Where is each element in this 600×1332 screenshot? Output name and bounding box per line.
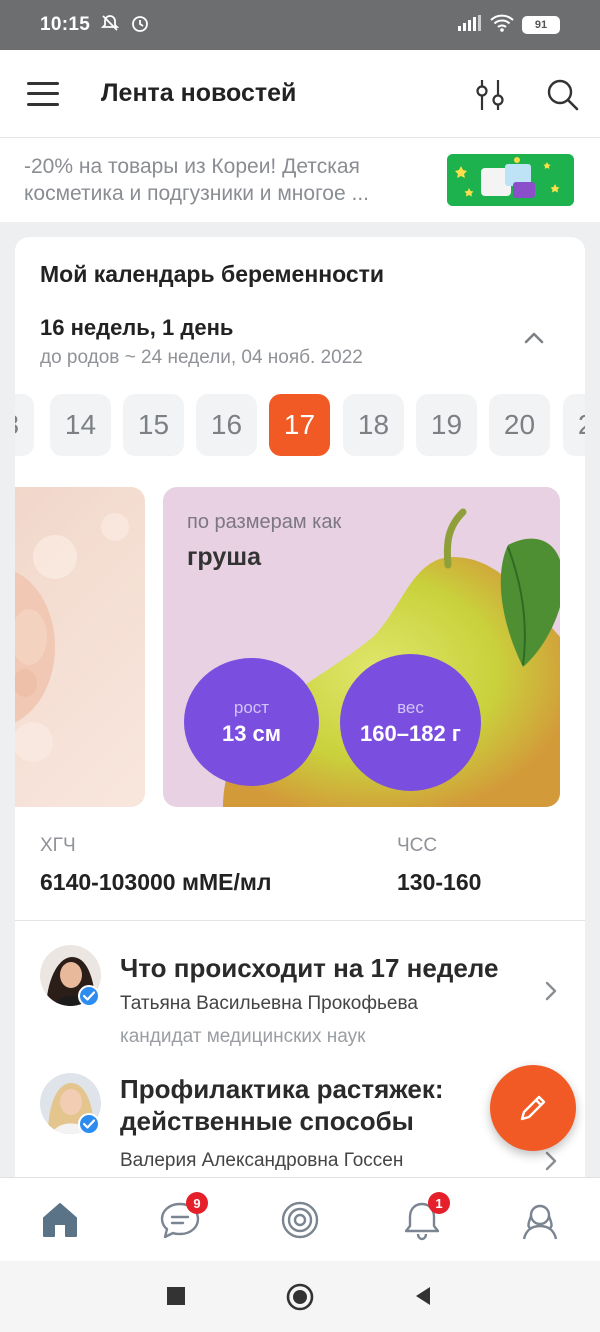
notifications-badge: 1 — [428, 1192, 450, 1214]
hcg-value: 6140-103000 мМЕ/мл — [40, 869, 272, 895]
verified-icon — [78, 1113, 100, 1135]
height-label: рост — [233, 697, 270, 717]
verified-icon — [78, 985, 100, 1007]
menu-icon[interactable] — [27, 81, 59, 106]
height-bubble: рост 13 см — [184, 658, 319, 786]
battery-icon: 91 — [522, 16, 560, 34]
search-icon[interactable] — [546, 78, 580, 117]
alarm-icon — [130, 13, 150, 38]
article-author: Татьяна Васильевна Прокофьева — [120, 993, 418, 1014]
app-header: Лента новостей — [0, 50, 600, 138]
chevron-up-icon[interactable] — [523, 331, 545, 350]
calendar-title: Мой календарь беременности — [40, 261, 385, 287]
article-item[interactable]: Что происходит на 17 неделе Татьяна Васи… — [15, 937, 585, 1057]
size-caption: по размерам как — [187, 511, 342, 533]
week-pill[interactable]: 18 — [343, 394, 404, 456]
article-author: Валерия Александровна Госсен — [120, 1150, 404, 1171]
week-pill[interactable]: 19 — [416, 394, 477, 456]
article-author-role: кандидат медицинских наук — [120, 1026, 366, 1047]
heart-rate-label: ЧСС — [397, 835, 438, 856]
weight-value: 160–182 г — [360, 721, 461, 746]
chevron-right-icon — [545, 1151, 557, 1176]
wifi-icon — [490, 14, 514, 37]
circle-icon — [286, 1283, 314, 1311]
profile-icon — [522, 1204, 558, 1240]
system-navigation-bar — [0, 1261, 600, 1332]
compose-button[interactable] — [490, 1065, 576, 1151]
nav-home[interactable] — [38, 1198, 82, 1242]
home-button[interactable] — [286, 1283, 314, 1316]
promo-banner[interactable]: -20% на товары из Кореи! Детская космети… — [0, 138, 600, 222]
home-icon — [43, 1203, 77, 1237]
recents-button[interactable] — [165, 1285, 187, 1312]
week-pill[interactable]: 16 — [196, 394, 257, 456]
weight-label: вес — [397, 698, 424, 717]
pencil-icon — [520, 1095, 546, 1121]
pregnancy-calendar-card: Мой календарь беременности 16 недель, 1 … — [15, 237, 585, 1177]
week-selector: 13 14 15 16 17 18 19 20 21 — [15, 394, 585, 456]
page-title: Лента новостей — [101, 79, 297, 107]
nav-target[interactable] — [278, 1198, 322, 1242]
current-week-text: 16 недель, 1 день — [40, 315, 234, 340]
week-pill-selected[interactable]: 17 — [269, 394, 330, 456]
week-pill[interactable]: 20 — [489, 394, 550, 456]
article-title-line: действенные способы — [120, 1106, 414, 1136]
triangle-back-icon — [416, 1287, 430, 1305]
weight-bubble: вес 160–182 г — [340, 654, 481, 791]
article-title: Что происходит на 17 неделе — [120, 953, 499, 983]
messages-badge: 9 — [186, 1192, 208, 1214]
bottom-navigation: 9 1 — [0, 1177, 600, 1261]
week-pill[interactable]: 21 — [563, 394, 585, 456]
signal-icon — [458, 14, 482, 36]
fetus-image[interactable] — [15, 487, 145, 807]
target-icon — [281, 1201, 319, 1239]
status-bar: 10:15 91 — [0, 0, 600, 50]
promo-text: -20% на товары из Кореи! Детская космети… — [24, 155, 369, 205]
back-button[interactable] — [412, 1285, 434, 1312]
filter-icon[interactable] — [473, 78, 507, 117]
article-title: Профилактика растяжек: действенные спосо… — [120, 1073, 444, 1137]
nav-profile[interactable] — [518, 1198, 562, 1242]
chevron-right-icon — [545, 981, 557, 1006]
do-not-disturb-icon — [100, 13, 120, 38]
divider — [15, 920, 585, 921]
height-value: 13 см — [221, 720, 282, 746]
promo-image — [447, 154, 574, 206]
status-time: 10:15 — [40, 14, 91, 35]
week-pill[interactable]: 14 — [50, 394, 111, 456]
hcg-label: ХГЧ — [40, 835, 76, 856]
fruit-name: груша — [187, 543, 261, 571]
week-pill[interactable]: 15 — [123, 394, 184, 456]
fruit-size-tile[interactable]: по размерам как груша рост 13 см вес 160… — [163, 487, 560, 807]
article-title-line: Профилактика растяжек: — [120, 1074, 444, 1104]
week-pill[interactable]: 13 — [15, 394, 34, 456]
square-icon — [167, 1287, 185, 1305]
nav-messages[interactable]: 9 — [158, 1192, 208, 1242]
heart-rate-value: 130-160 — [397, 869, 482, 895]
due-date-text: до родов ~ 24 недели, 04 нояб. 2022 — [40, 347, 363, 368]
nav-notifications[interactable]: 1 — [400, 1192, 450, 1242]
